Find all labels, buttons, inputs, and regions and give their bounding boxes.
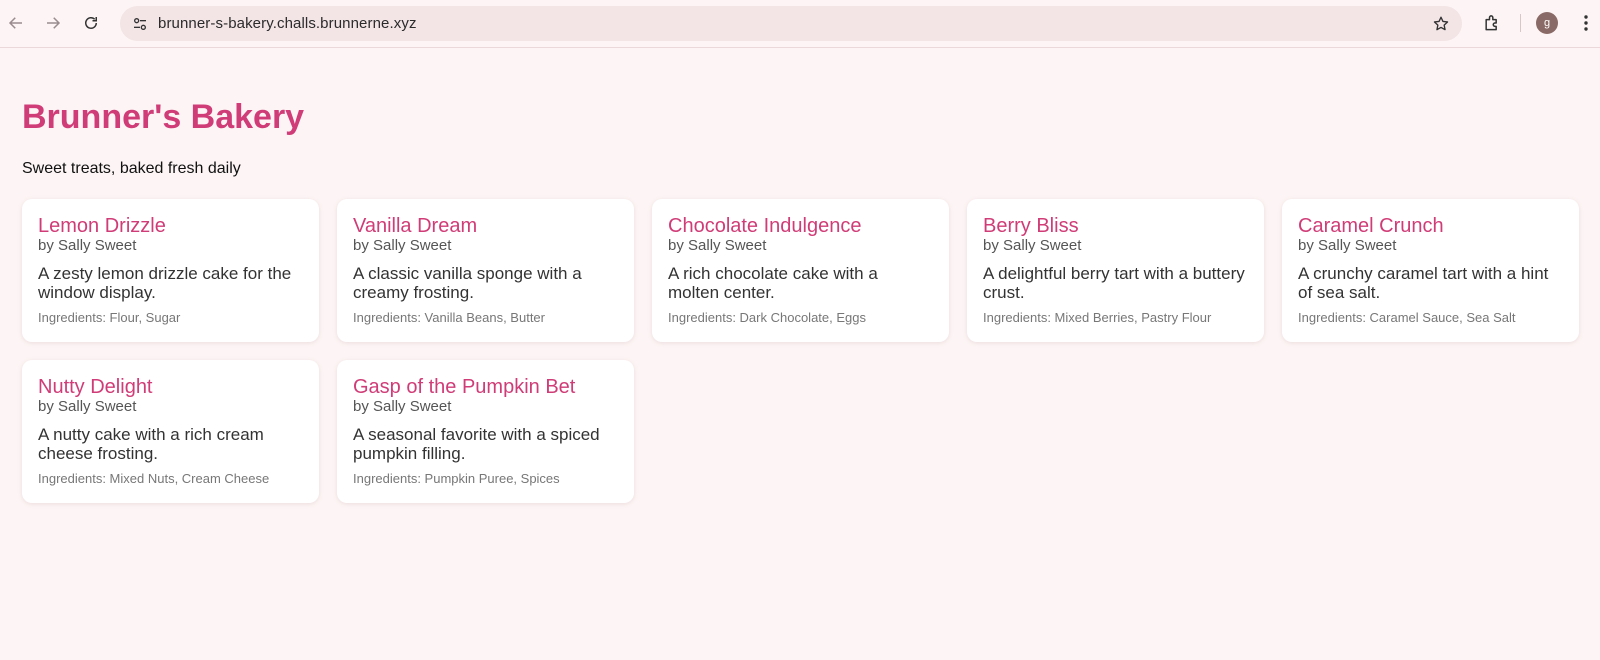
page-tagline: Sweet treats, baked fresh daily [22, 160, 241, 177]
page-content: Brunner's Bakery Sweet treats, baked fre… [0, 48, 1600, 660]
recipe-card-vanilla-dream[interactable]: Vanilla Dream by Sally Sweet A classic v… [337, 199, 634, 342]
site-settings-icon[interactable] [128, 12, 152, 36]
recipe-title[interactable]: Gasp of the Pumpkin Bet [353, 376, 618, 398]
recipe-description: A delightful berry tart with a buttery c… [983, 264, 1245, 302]
recipe-card-caramel-crunch[interactable]: Caramel Crunch by Sally Sweet A crunchy … [1282, 199, 1579, 342]
recipe-author: by Sally Sweet [353, 398, 452, 415]
bookmark-star-icon[interactable] [1428, 11, 1454, 37]
recipe-grid: Lemon Drizzle by Sally Sweet A zesty lem… [22, 199, 1579, 503]
recipe-ingredients: Ingredients: Mixed Berries, Pastry Flour [983, 310, 1212, 325]
back-button[interactable] [1, 8, 31, 38]
reload-icon [85, 17, 97, 29]
reload-button[interactable] [76, 8, 106, 38]
recipe-title[interactable]: Vanilla Dream [353, 215, 618, 237]
browser-toolbar: brunner-s-bakery.challs.brunnerne.xyz g [0, 0, 1600, 48]
recipe-author: by Sally Sweet [1298, 237, 1397, 254]
recipe-title[interactable]: Lemon Drizzle [38, 215, 303, 237]
recipe-description: A classic vanilla sponge with a creamy f… [353, 264, 582, 302]
recipe-card-gasp-of-the-pumpkin-bet[interactable]: Gasp of the Pumpkin Bet by Sally Sweet A… [337, 360, 634, 503]
recipe-ingredients: Ingredients: Pumpkin Puree, Spices [353, 471, 560, 486]
recipe-author: by Sally Sweet [38, 398, 137, 415]
recipe-description: A crunchy caramel tart with a hint of se… [1298, 264, 1549, 302]
back-icon [8, 17, 22, 29]
recipe-ingredients: Ingredients: Mixed Nuts, Cream Cheese [38, 471, 270, 486]
recipe-author: by Sally Sweet [983, 237, 1082, 254]
url-text[interactable]: brunner-s-bakery.challs.brunnerne.xyz [158, 15, 417, 32]
recipe-description: A rich chocolate cake with a molten cent… [668, 264, 878, 302]
page-title: Brunner's Bakery [22, 98, 305, 136]
recipe-card-chocolate-indulgence[interactable]: Chocolate Indulgence by Sally Sweet A ri… [652, 199, 949, 342]
recipe-description: A nutty cake with a rich cream cheese fr… [38, 425, 264, 463]
recipe-card-nutty-delight[interactable]: Nutty Delight by Sally Sweet A nutty cak… [22, 360, 319, 503]
recipe-title[interactable]: Nutty Delight [38, 376, 303, 398]
menu-icon[interactable] [1576, 10, 1596, 36]
recipe-card-lemon-drizzle[interactable]: Lemon Drizzle by Sally Sweet A zesty lem… [22, 199, 319, 342]
toolbar-divider [1520, 14, 1521, 32]
recipe-author: by Sally Sweet [353, 237, 452, 254]
recipe-ingredients: Ingredients: Dark Chocolate, Eggs [668, 310, 866, 325]
recipe-title[interactable]: Berry Bliss [983, 215, 1248, 237]
recipe-title[interactable]: Caramel Crunch [1298, 215, 1563, 237]
recipe-description: A zesty lemon drizzle cake for the windo… [38, 264, 292, 302]
recipe-title[interactable]: Chocolate Indulgence [668, 215, 933, 237]
recipe-author: by Sally Sweet [38, 237, 137, 254]
recipe-description: A seasonal favorite with a spiced pumpki… [353, 425, 600, 463]
recipe-author: by Sally Sweet [668, 237, 767, 254]
forward-icon [47, 17, 61, 29]
recipe-card-berry-bliss[interactable]: Berry Bliss by Sally Sweet A delightful … [967, 199, 1264, 342]
recipe-ingredients: Ingredients: Caramel Sauce, Sea Salt [1298, 310, 1516, 325]
recipe-ingredients: Ingredients: Flour, Sugar [38, 310, 181, 325]
profile-avatar[interactable]: g [1536, 12, 1558, 34]
forward-button[interactable] [38, 8, 68, 38]
recipe-ingredients: Ingredients: Vanilla Beans, Butter [353, 310, 545, 325]
address-bar[interactable]: brunner-s-bakery.challs.brunnerne.xyz [120, 6, 1462, 41]
extensions-icon[interactable] [1478, 9, 1506, 37]
